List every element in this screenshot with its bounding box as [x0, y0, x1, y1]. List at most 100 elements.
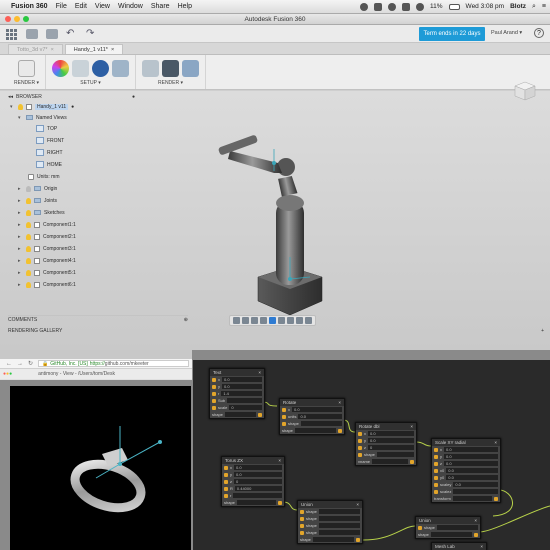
add-comment-icon[interactable]: ⊕ — [184, 317, 188, 323]
input-port[interactable] — [358, 452, 362, 457]
close-icon[interactable]: × — [51, 47, 54, 53]
robot-arm-model[interactable] — [210, 129, 330, 319]
reload-icon[interactable]: ↻ — [28, 360, 33, 367]
tree-named-views[interactable]: ▾ Named Views — [18, 113, 67, 122]
port-value[interactable] — [318, 523, 360, 528]
port-value[interactable]: 0.0 — [222, 377, 262, 382]
forward-icon[interactable]: → — [17, 361, 23, 367]
visibility-bulb-icon[interactable] — [26, 197, 31, 204]
port-value[interactable]: 0.0 — [222, 384, 262, 389]
visibility-bulb-icon[interactable] — [26, 221, 31, 228]
antimony-3d-view[interactable] — [10, 386, 191, 550]
rendering-gallery-bar[interactable]: RENDERING GALLERY + — [0, 327, 550, 335]
expand-icon[interactable]: ▸ — [18, 282, 23, 288]
node-close-icon[interactable]: × — [356, 502, 359, 507]
port-value[interactable] — [227, 398, 262, 403]
root-settings-icon[interactable]: ● — [71, 104, 74, 110]
port-value[interactable]: 0.0 — [453, 482, 498, 487]
port-value[interactable] — [318, 509, 360, 514]
close-button[interactable] — [5, 16, 11, 22]
port-value[interactable]: 0.0 — [444, 447, 498, 452]
browser-header[interactable]: ◂◂ BROWSER ● — [8, 93, 135, 101]
orbit-icon[interactable] — [233, 317, 240, 324]
expand-icon[interactable]: ▸ — [18, 210, 23, 216]
port-value[interactable] — [300, 421, 342, 426]
tree-component2[interactable]: ▸ Component2:1 — [18, 232, 76, 241]
input-port[interactable] — [434, 468, 438, 473]
render-icon[interactable] — [162, 59, 180, 77]
setup-group-label[interactable]: SETUP ▾ — [80, 80, 100, 86]
spotlight-icon[interactable]: ⌕ — [532, 3, 536, 11]
expand-icon[interactable]: ▸ — [18, 222, 23, 228]
menu-help[interactable]: Help — [178, 3, 192, 10]
canvas-viewport[interactable]: ◂◂ BROWSER ● ▾ Handy_1 v11 ● ▾ Named Vie… — [0, 81, 550, 350]
visibility-bulb-icon[interactable] — [26, 269, 31, 276]
node-mesh-lab[interactable]: Mesh Lab × — [431, 542, 487, 550]
visibility-bulb-icon[interactable] — [26, 245, 31, 252]
output-port[interactable] — [494, 496, 498, 501]
tree-component1[interactable]: ▸ Component1:1 — [18, 220, 76, 229]
notification-center-icon[interactable]: ≡ — [542, 3, 546, 10]
window-zoom-icon[interactable]: ● — [9, 371, 12, 377]
wifi-icon[interactable] — [416, 2, 425, 11]
expand-icon[interactable]: + — [541, 328, 544, 334]
minimize-button[interactable] — [14, 16, 20, 22]
menu-file[interactable]: File — [56, 3, 67, 10]
collapse-icon[interactable]: ◂◂ — [8, 94, 13, 100]
node-union[interactable]: Union × shape shape shape shape shape — [297, 500, 363, 544]
zoom-window-icon[interactable] — [278, 317, 285, 324]
port-value[interactable] — [318, 516, 360, 521]
tree-root[interactable]: ▾ Handy_1 v11 ● — [10, 102, 74, 111]
port-value[interactable]: 0.0 — [446, 468, 498, 473]
render-group-label[interactable]: RENDER ▾ — [158, 80, 183, 86]
tree-component3[interactable]: ▸ Component3:1 — [18, 244, 76, 253]
input-port[interactable] — [300, 516, 304, 521]
visibility-bulb-icon[interactable] — [26, 233, 31, 240]
expand-icon[interactable]: ▸ — [18, 186, 23, 192]
tray-cloud-icon[interactable] — [374, 2, 383, 11]
port-value[interactable]: 0.0 — [446, 475, 498, 480]
tree-view-right[interactable]: RIGHT — [36, 148, 63, 157]
tab-totto[interactable]: Totto_3d v7* × — [8, 44, 63, 54]
input-port[interactable] — [224, 472, 228, 477]
tray-app-icon[interactable] — [360, 2, 369, 11]
input-port[interactable] — [212, 384, 216, 389]
port-value[interactable]: 0 — [229, 405, 262, 410]
tree-units[interactable]: Units: mm — [28, 172, 60, 181]
output-port[interactable] — [258, 412, 262, 417]
node-close-icon[interactable]: × — [474, 518, 477, 523]
node-close-icon[interactable]: × — [338, 400, 341, 405]
expand-icon[interactable]: ▸ — [18, 234, 23, 240]
account-menu[interactable]: Paul Arand ▾ — [491, 30, 522, 36]
input-port[interactable] — [224, 493, 228, 498]
clock[interactable]: Wed 3:08 pm — [466, 3, 505, 10]
input-port[interactable] — [358, 445, 362, 450]
decal-icon[interactable] — [112, 59, 130, 77]
visibility-bulb-icon[interactable] — [26, 257, 31, 264]
port-value[interactable]: 0 — [234, 479, 282, 484]
input-port[interactable] — [282, 407, 286, 412]
help-icon[interactable]: ? — [534, 28, 544, 38]
node-graph-editor[interactable]: Text × x 0.0 y 0.0 r 1.4 Sub scale 0 shape Ro… — [193, 360, 550, 550]
file-menu-icon[interactable] — [26, 28, 38, 39]
expand-icon[interactable]: ▸ — [18, 246, 23, 252]
port-value[interactable]: 0.0 — [444, 461, 498, 466]
expand-icon[interactable]: ▸ — [18, 198, 23, 204]
port-value[interactable]: 0.44000 — [234, 486, 282, 491]
port-value[interactable] — [436, 525, 478, 530]
input-port[interactable] — [358, 438, 362, 443]
port-value[interactable] — [318, 530, 360, 535]
input-port[interactable] — [282, 421, 286, 426]
input-port[interactable] — [224, 479, 228, 484]
port-value[interactable] — [376, 452, 414, 457]
node-rotate-dbl[interactable]: Rotate dbl × x 0.0 y 0.0 z0 shape vname — [355, 422, 417, 466]
menu-share[interactable]: Share — [151, 3, 170, 10]
user-name[interactable]: Blotz — [510, 3, 526, 10]
zoom-button[interactable] — [23, 16, 29, 22]
viewcube-icon[interactable] — [514, 81, 536, 101]
tree-joints[interactable]: ▸ Joints — [18, 196, 57, 205]
node-text[interactable]: Text × x 0.0 y 0.0 r 1.4 Sub scale 0 shape — [209, 368, 265, 419]
close-icon[interactable]: × — [111, 47, 114, 53]
expand-icon[interactable]: ▾ — [18, 115, 23, 121]
port-value[interactable]: 1.4 — [221, 391, 262, 396]
